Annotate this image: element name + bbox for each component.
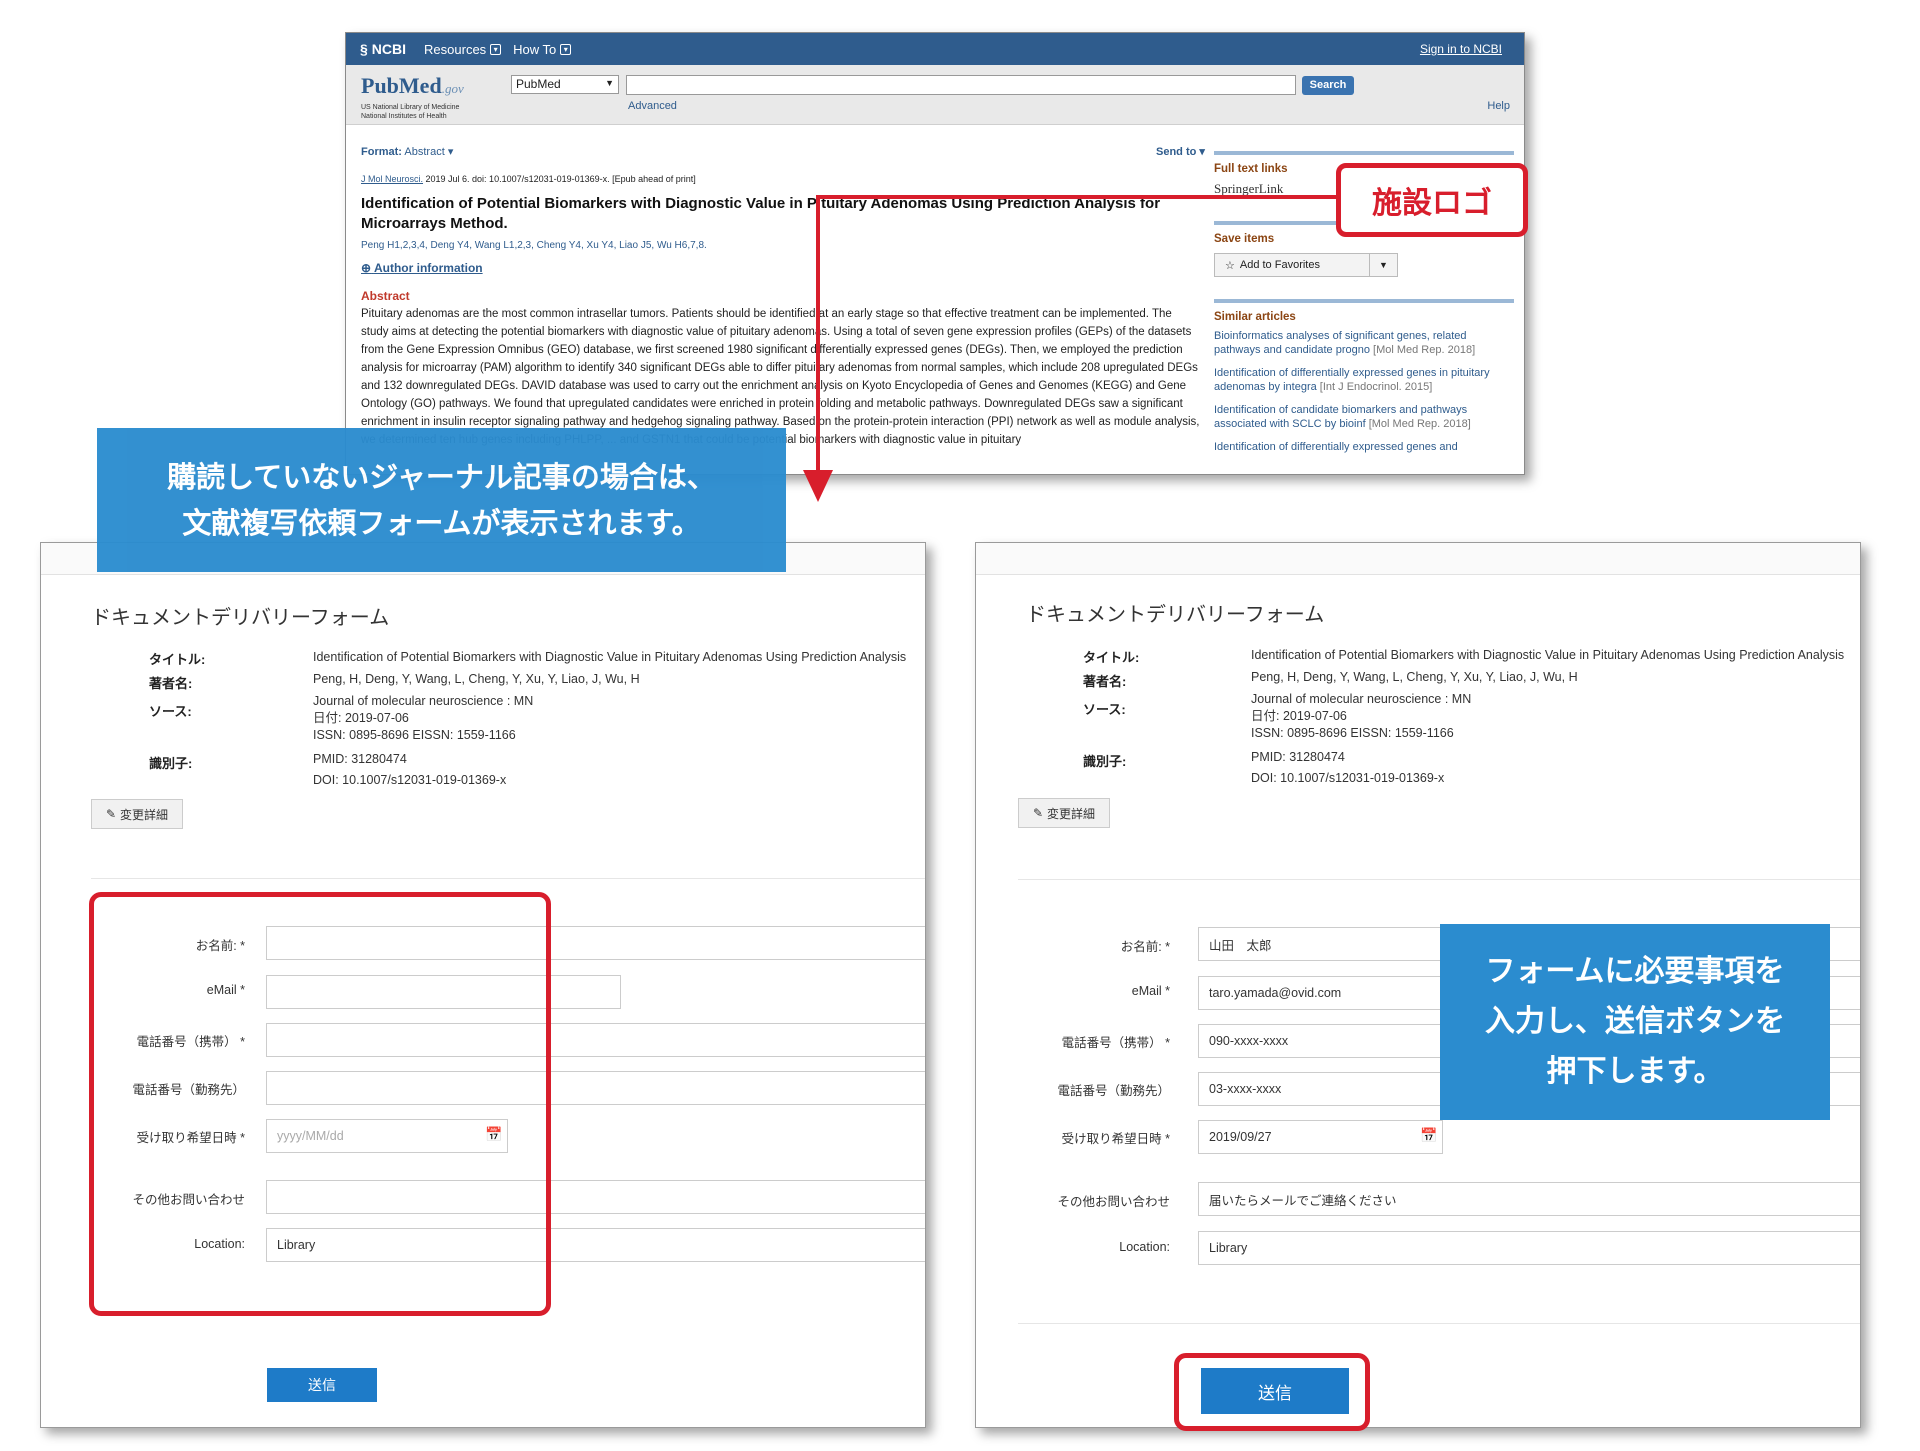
identifier-value: PMID: 31280474 DOI: 10.1007/s12031-019-0… — [1251, 750, 1445, 785]
edit-details-button[interactable]: ✎ 変更詳細 — [91, 799, 183, 829]
fill-form-callout: フォームに必要事項を 入力し、送信ボタンを 押下します。 — [1440, 924, 1830, 1120]
arrow-vertical — [816, 195, 820, 475]
similar-article-link[interactable]: Identification of candidate biomarkers a… — [1214, 403, 1514, 431]
sign-in-link[interactable]: Sign in to NCBI — [1420, 42, 1502, 56]
authors-label: 著者名: — [149, 676, 193, 691]
caret-down-icon: ▾ — [447, 146, 454, 158]
institution-logo-callout: 施設ロゴ — [1336, 163, 1528, 237]
authors-value: Peng, H, Deng, Y, Wang, L, Cheng, Y, Xu,… — [1251, 670, 1578, 684]
add-to-favorites-button[interactable]: ☆ Add to Favorites ▼ — [1214, 253, 1398, 277]
pickup-date-input[interactable]: 2019/09/27 — [1198, 1120, 1443, 1154]
search-input[interactable] — [626, 75, 1296, 95]
article-main: Format: Abstract ▾ Send to ▾ J Mol Neuro… — [361, 145, 1205, 449]
name-label: お名前: * — [1120, 940, 1170, 954]
source-label: ソース: — [149, 704, 192, 719]
star-icon: ☆ — [1225, 259, 1235, 272]
required-fields-highlight — [89, 892, 551, 1316]
pubmed-header: PubMed.gov US National Library of Medici… — [346, 65, 1524, 125]
similar-articles-heading: Similar articles — [1214, 311, 1296, 323]
pubmed-logo[interactable]: PubMed.gov — [361, 73, 464, 99]
location-label: Location: — [1119, 1240, 1170, 1254]
dropdown-arrow-icon: ▼ — [605, 78, 614, 88]
advanced-link[interactable]: Advanced — [628, 100, 677, 112]
chevron-down-icon: ▾ — [560, 43, 572, 55]
submit-button-highlight — [1174, 1353, 1370, 1431]
format-selector[interactable]: Format: Abstract ▾ — [361, 145, 1201, 158]
title-value: Identification of Potential Biomarkers w… — [313, 650, 907, 664]
howto-menu[interactable]: How To ▾ — [513, 42, 572, 57]
form-title: ドキュメントデリバリーフォーム — [1026, 604, 1325, 626]
identifier-label: 識別子: — [1083, 754, 1127, 769]
authors-value: Peng, H, Deng, Y, Wang, L, Cheng, Y, Xu,… — [313, 672, 640, 686]
send-to-menu[interactable]: Send to ▾ — [1156, 145, 1205, 158]
unsubscribed-journal-callout: 購読していないジャーナル記事の場合は、 文献複写依頼フォームが表示されます。 — [97, 428, 786, 572]
location-select[interactable]: Library — [1198, 1231, 1860, 1265]
calendar-icon[interactable]: 📅 — [1420, 1127, 1437, 1144]
similar-article-link[interactable]: Bioinformatics analyses of significant g… — [1214, 329, 1514, 357]
author-information-toggle[interactable]: ⊕ Author information — [361, 261, 1201, 275]
caret-down-icon: ▾ — [1199, 146, 1205, 158]
mobile-label: 電話番号（携帯） * — [1061, 1036, 1170, 1050]
authors-label: 著者名: — [1083, 674, 1127, 689]
resources-menu[interactable]: Resources ▾ — [424, 42, 502, 57]
edit-details-button[interactable]: ✎ 変更詳細 — [1018, 798, 1110, 828]
arrow-horizontal — [816, 195, 1336, 199]
submit-button[interactable]: 送信 — [267, 1368, 377, 1402]
source-value: Journal of molecular neuroscience : MN 日… — [313, 694, 534, 742]
ncbi-logo[interactable]: § NCBI — [360, 41, 406, 57]
article-title: Identification of Potential Biomarkers w… — [361, 195, 1161, 232]
other-inquiry-input[interactable]: 届いたらメールでご連絡ください — [1198, 1182, 1860, 1216]
chevron-down-icon: ▾ — [490, 43, 502, 55]
title-label: タイトル: — [149, 652, 206, 667]
search-button[interactable]: Search — [1302, 76, 1354, 95]
source-label: ソース: — [1083, 702, 1126, 717]
source-value: Journal of molecular neuroscience : MN 日… — [1251, 692, 1472, 740]
journal-link[interactable]: J Mol Neurosci. — [361, 174, 423, 184]
ncbi-topbar: § NCBI Resources ▾ How To ▾ Sign in to NCBI — [346, 33, 1524, 65]
nlm-subtitle: US National Library of Medicine National … — [361, 104, 460, 120]
plus-circle-icon: ⊕ — [361, 261, 372, 275]
similar-article-link[interactable]: Identification of differentially express… — [1214, 366, 1514, 394]
identifier-value: PMID: 31280474 DOI: 10.1007/s12031-019-0… — [313, 752, 507, 787]
abstract-heading: Abstract — [361, 289, 410, 303]
title-label: タイトル: — [1083, 650, 1140, 665]
author-list[interactable]: Peng H1,2,3,4, Deng Y4, Wang L1,2,3, Che… — [361, 240, 1201, 251]
pencil-icon: ✎ — [105, 807, 117, 821]
email-label: eMail * — [1131, 984, 1170, 998]
pubmed-window: § NCBI Resources ▾ How To ▾ Sign in to NCBI… — [345, 32, 1525, 475]
ncbi-icon: § — [360, 41, 368, 57]
citation: J Mol Neurosci. 2019 Jul 6. doi: 10.1007… — [361, 174, 696, 184]
pencil-icon: ✎ — [1032, 806, 1044, 820]
similar-article-link[interactable]: Identification of differentially express… — [1214, 440, 1514, 454]
database-select[interactable]: PubMed ▼ — [511, 75, 619, 94]
work-phone-label: 電話番号（勤務先） — [1057, 1084, 1170, 1098]
other-inquiry-label: その他お問い合わせ — [1057, 1195, 1170, 1209]
help-link[interactable]: Help — [1487, 100, 1510, 112]
arrow-head-icon — [803, 470, 833, 502]
identifier-label: 識別子: — [149, 756, 193, 771]
dropdown-arrow-icon[interactable]: ▼ — [1370, 260, 1397, 270]
pickup-date-label: 受け取り希望日時 * — [1061, 1132, 1170, 1146]
form-title: ドキュメントデリバリーフォーム — [91, 607, 390, 629]
title-value: Identification of Potential Biomarkers w… — [1251, 648, 1845, 662]
